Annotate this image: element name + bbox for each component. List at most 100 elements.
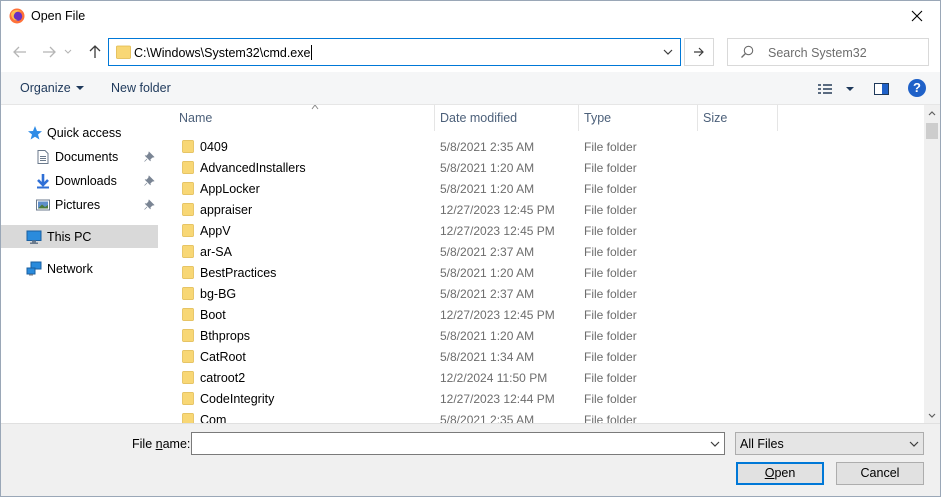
change-view-button[interactable] xyxy=(816,80,856,98)
type-cell: File folder xyxy=(584,224,637,238)
recent-locations-button[interactable] xyxy=(63,42,73,62)
cancel-button[interactable]: Cancel xyxy=(836,462,924,485)
date-modified-cell: 5/8/2021 2:35 AM xyxy=(440,140,535,154)
star-icon xyxy=(28,126,42,140)
date-modified-cell: 5/8/2021 2:37 AM xyxy=(440,287,535,301)
nav-item-pictures[interactable]: Pictures xyxy=(1,193,158,216)
type-cell: File folder xyxy=(584,413,637,423)
nav-item-label: Downloads xyxy=(55,174,117,188)
nav-item-downloads[interactable]: Downloads xyxy=(1,169,158,192)
file-name-cell: BestPractices xyxy=(200,266,277,280)
table-row[interactable]: Bthprops 5/8/2021 1:20 AM File folder xyxy=(161,325,924,346)
chevron-down-icon xyxy=(928,413,936,418)
address-row: C:\Windows\System32\cmd.exe Search Syste… xyxy=(1,32,940,72)
file-name-cell: catroot2 xyxy=(200,371,246,385)
downloads-icon xyxy=(37,174,49,189)
dialog-footer: File name: All Files Open Cancel xyxy=(1,423,940,496)
folder-icon xyxy=(182,329,194,342)
nav-item-label: This PC xyxy=(47,230,92,244)
nav-item-label: Documents xyxy=(55,150,119,164)
new-folder-button[interactable]: New folder xyxy=(111,81,171,95)
preview-pane-button[interactable] xyxy=(872,80,892,98)
help-button[interactable]: ? xyxy=(908,79,926,97)
address-input[interactable]: C:\Windows\System32\cmd.exe xyxy=(134,45,313,60)
back-button[interactable] xyxy=(10,42,30,62)
table-row[interactable]: ar-SA 5/8/2021 2:37 AM File folder xyxy=(161,241,924,262)
chevron-down-icon[interactable] xyxy=(710,439,720,449)
folder-icon xyxy=(182,287,194,300)
address-bar[interactable]: C:\Windows\System32\cmd.exe xyxy=(108,38,681,66)
forward-button[interactable] xyxy=(39,42,59,62)
column-divider[interactable] xyxy=(777,105,778,131)
folder-icon xyxy=(182,350,194,363)
column-header-size[interactable]: Size xyxy=(697,105,777,131)
folder-icon xyxy=(116,45,131,59)
file-name-cell: AppV xyxy=(200,224,231,238)
nav-item-label: Network xyxy=(47,262,93,276)
table-row[interactable]: AppLocker 5/8/2021 1:20 AM File folder xyxy=(161,178,924,199)
date-modified-cell: 5/8/2021 1:20 AM xyxy=(440,266,535,280)
type-cell: File folder xyxy=(584,287,637,301)
help-icon: ? xyxy=(913,80,921,95)
close-button[interactable] xyxy=(894,1,940,31)
folder-icon xyxy=(182,413,194,423)
table-row[interactable]: bg-BG 5/8/2021 2:37 AM File folder xyxy=(161,283,924,304)
arrow-left-icon xyxy=(13,46,26,58)
search-input[interactable]: Search System32 xyxy=(727,38,929,66)
table-row[interactable]: CatRoot 5/8/2021 1:34 AM File folder xyxy=(161,346,924,367)
type-cell: File folder xyxy=(584,371,637,385)
file-name-cell: CodeIntegrity xyxy=(200,392,275,406)
file-name-cell: AppLocker xyxy=(200,182,260,196)
scroll-up-button[interactable] xyxy=(924,105,940,121)
folder-icon xyxy=(182,392,194,405)
column-header-type[interactable]: Type xyxy=(578,105,697,131)
table-row[interactable]: CodeIntegrity 12/27/2023 12:44 PM File fol… xyxy=(161,388,924,409)
file-type-filter[interactable]: All Files xyxy=(735,432,924,455)
date-modified-cell: 5/8/2021 1:20 AM xyxy=(440,329,535,343)
close-icon xyxy=(911,10,923,22)
table-row[interactable]: BestPractices 5/8/2021 1:20 AM File folder xyxy=(161,262,924,283)
date-modified-cell: 12/27/2023 12:45 PM xyxy=(440,203,555,217)
type-cell: File folder xyxy=(584,182,637,196)
column-header-date-modified[interactable]: Date modified xyxy=(434,105,578,131)
date-modified-cell: 12/2/2024 11:50 PM xyxy=(440,371,548,385)
scroll-thumb[interactable] xyxy=(926,123,938,139)
chevron-down-icon[interactable] xyxy=(662,46,674,58)
table-row[interactable]: Boot 12/27/2023 12:45 PM File folder xyxy=(161,304,924,325)
vertical-scrollbar[interactable] xyxy=(924,105,940,423)
table-row[interactable]: AdvancedInstallers 5/8/2021 1:20 AM File f… xyxy=(161,157,924,178)
folder-icon xyxy=(182,203,194,216)
table-row[interactable]: catroot2 12/2/2024 11:50 PM File folder xyxy=(161,367,924,388)
pin-icon xyxy=(144,175,155,186)
scroll-down-button[interactable] xyxy=(924,407,940,423)
nav-item-this-pc[interactable]: This PC xyxy=(1,225,158,248)
open-file-dialog: Open File C:\Windows\System32\cmd.exe Se… xyxy=(0,0,941,497)
file-name-cell: CatRoot xyxy=(200,350,246,364)
file-name-label: File name: xyxy=(132,437,191,451)
title-bar: Open File xyxy=(1,1,940,32)
file-name-input[interactable] xyxy=(191,432,725,455)
organize-button[interactable]: Organize xyxy=(20,81,84,95)
table-row[interactable]: Com 5/8/2021 2:35 AM File folder xyxy=(161,409,924,423)
nav-item-network[interactable]: Network xyxy=(1,257,158,280)
type-cell: File folder xyxy=(584,203,637,217)
go-button[interactable] xyxy=(684,38,714,66)
type-cell: File folder xyxy=(584,308,637,322)
open-button[interactable]: Open xyxy=(736,462,824,485)
documents-icon xyxy=(37,150,49,164)
nav-item-documents[interactable]: Documents xyxy=(1,145,158,168)
table-row[interactable]: 0409 5/8/2021 2:35 AM File folder xyxy=(161,136,924,157)
date-modified-cell: 5/8/2021 1:34 AM xyxy=(440,350,535,364)
table-row[interactable]: appraiser 12/27/2023 12:45 PM File folder xyxy=(161,199,924,220)
table-row[interactable]: AppV 12/27/2023 12:45 PM File folder xyxy=(161,220,924,241)
nav-item-quick-access[interactable]: Quick access xyxy=(1,121,158,144)
pictures-icon xyxy=(36,199,50,211)
file-name-cell: Boot xyxy=(200,308,226,322)
column-header-name[interactable]: Name xyxy=(173,105,434,131)
window-title: Open File xyxy=(31,9,86,23)
folder-icon xyxy=(182,308,194,321)
folder-icon xyxy=(182,161,194,174)
file-name-cell: ar-SA xyxy=(200,245,232,259)
search-icon xyxy=(741,45,754,58)
up-button[interactable] xyxy=(85,42,105,62)
